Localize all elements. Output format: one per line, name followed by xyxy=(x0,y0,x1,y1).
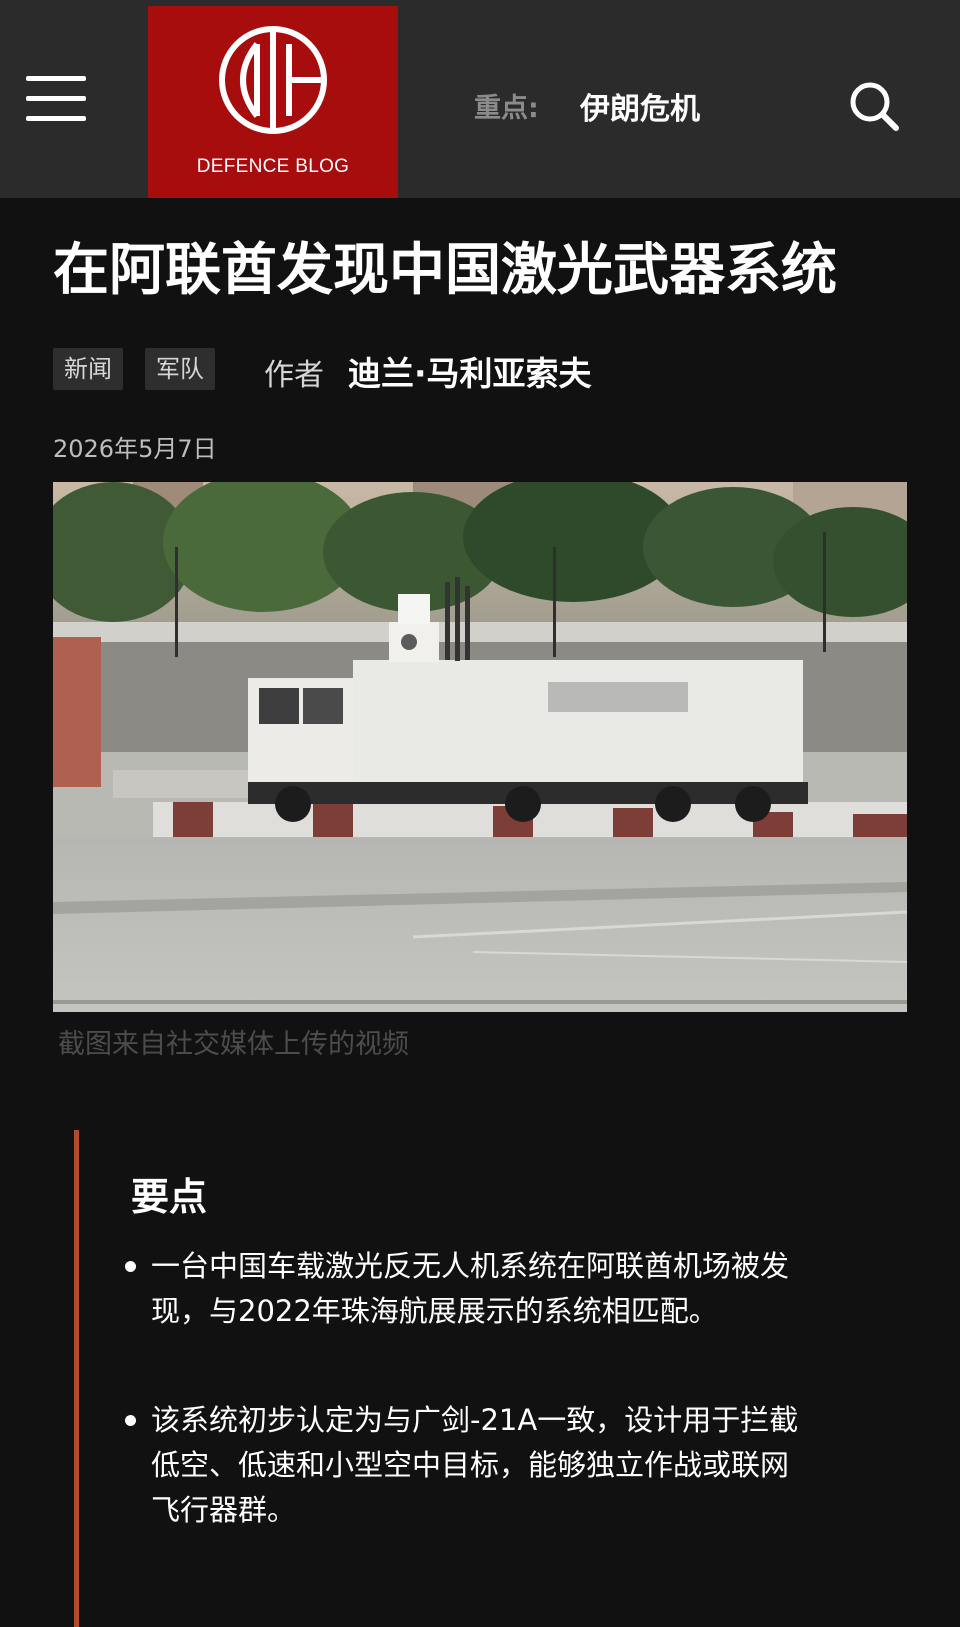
publish-date: 2026年5月7日 xyxy=(53,435,217,463)
bullet-icon xyxy=(125,1261,136,1272)
key-point-item: 一台中国车载激光反无人机系统在阿联酋机场被发现，与2022年珠海航展展示的系统相… xyxy=(125,1244,801,1334)
hamburger-menu-icon[interactable] xyxy=(26,76,88,122)
key-point-text: 一台中国车载激光反无人机系统在阿联酋机场被发现，与2022年珠海航展展示的系统相… xyxy=(151,1249,790,1328)
focus-label: 重点: xyxy=(474,93,539,124)
laser-truck-photo xyxy=(53,482,907,1012)
menu-bar xyxy=(26,116,86,121)
article-photo xyxy=(53,482,907,1012)
key-points-box: 要点 一台中国车载激光反无人机系统在阿联酋机场被发现，与2022年珠海航展展示的… xyxy=(74,1130,859,1627)
site-header: DEFENCE BLOG 重点: 伊朗危机 xyxy=(0,0,960,198)
logo-text: DEFENCE BLOG xyxy=(196,156,350,177)
key-points-title: 要点 xyxy=(131,1175,208,1219)
tag-news[interactable]: 新闻 xyxy=(53,348,123,390)
photo-caption: 截图来自社交媒体上传的视频 xyxy=(58,1029,409,1060)
key-point-text: 该系统初步认定为与广剑-21A一致，设计用于拦截低空、低速和小型空中目标，能够独… xyxy=(151,1403,799,1527)
menu-bar xyxy=(26,76,86,81)
author-name-link[interactable]: 迪兰·马利亚索夫 xyxy=(348,347,592,395)
search-icon[interactable] xyxy=(848,80,900,132)
focus-topic-link[interactable]: 伊朗危机 xyxy=(580,84,700,128)
key-point-item: 该系统初步认定为与广剑-21A一致，设计用于拦截低空、低速和小型空中目标，能够独… xyxy=(125,1398,801,1533)
tag-military[interactable]: 军队 xyxy=(145,348,215,390)
site-logo[interactable]: DEFENCE BLOG xyxy=(148,6,398,198)
db-monogram-icon xyxy=(219,26,327,134)
menu-bar xyxy=(26,96,86,101)
article-title: 在阿联酋发现中国激光武器系统 xyxy=(53,238,837,303)
author-label: 作者 xyxy=(264,358,324,393)
bullet-icon xyxy=(125,1415,136,1426)
